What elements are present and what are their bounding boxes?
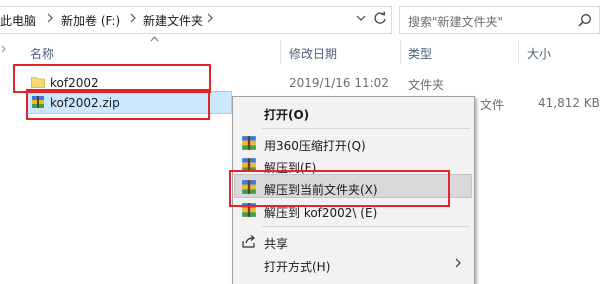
column-divider[interactable] [280,40,281,64]
column-header-name[interactable]: 名称 [30,45,54,62]
file-modified: 2019/1/16 11:02 [289,76,389,90]
share-icon [242,235,255,248]
refresh-icon[interactable] [373,11,387,25]
breadcrumb-separator-icon[interactable] [206,12,214,24]
breadcrumb-separator-icon[interactable] [129,12,137,24]
menu-item-share[interactable]: 共享 [264,235,288,252]
column-header-type[interactable]: 类型 [408,45,432,62]
chevron-right-icon [455,258,461,268]
search-icon[interactable] [578,13,592,27]
menu-separator [262,226,470,227]
breadcrumb-new-folder[interactable]: 新建文件夹 [143,12,203,29]
column-divider[interactable] [518,40,519,64]
breadcrumb-separator-icon[interactable] [46,12,54,24]
menu-item-open[interactable]: 打开(O) [264,106,309,123]
search-placeholder: 搜索"新建文件夹" [408,15,504,29]
search-input[interactable]: 搜索"新建文件夹" [399,6,600,34]
file-type: 文件夹 [408,78,445,92]
column-divider[interactable] [400,40,401,64]
highlight-box [26,89,210,120]
breadcrumb-drive-f[interactable]: 新加卷 (F:) [61,12,120,29]
highlight-box [229,170,450,207]
column-header-size[interactable]: 大小 [527,45,551,62]
chevron-down-icon[interactable] [356,13,366,23]
address-bar-region: 此电脑 新加卷 (F:) 新建文件夹 搜索"新建文件夹" [0,0,600,40]
collapse-chevron-icon[interactable] [1,45,7,53]
column-header-modified[interactable]: 修改日期 [289,45,337,62]
360zip-archive-icon [242,136,256,150]
menu-item-open-with[interactable]: 打开方式(H) [264,258,330,275]
file-size: 41,812 KB [538,96,600,110]
menu-separator [262,128,470,129]
breadcrumb-this-pc[interactable]: 此电脑 [0,12,36,29]
sort-ascending-icon [150,36,159,42]
menu-item-open-with-360zip[interactable]: 用360压缩打开(Q) [264,137,366,154]
file-type: 文件 [480,98,505,112]
